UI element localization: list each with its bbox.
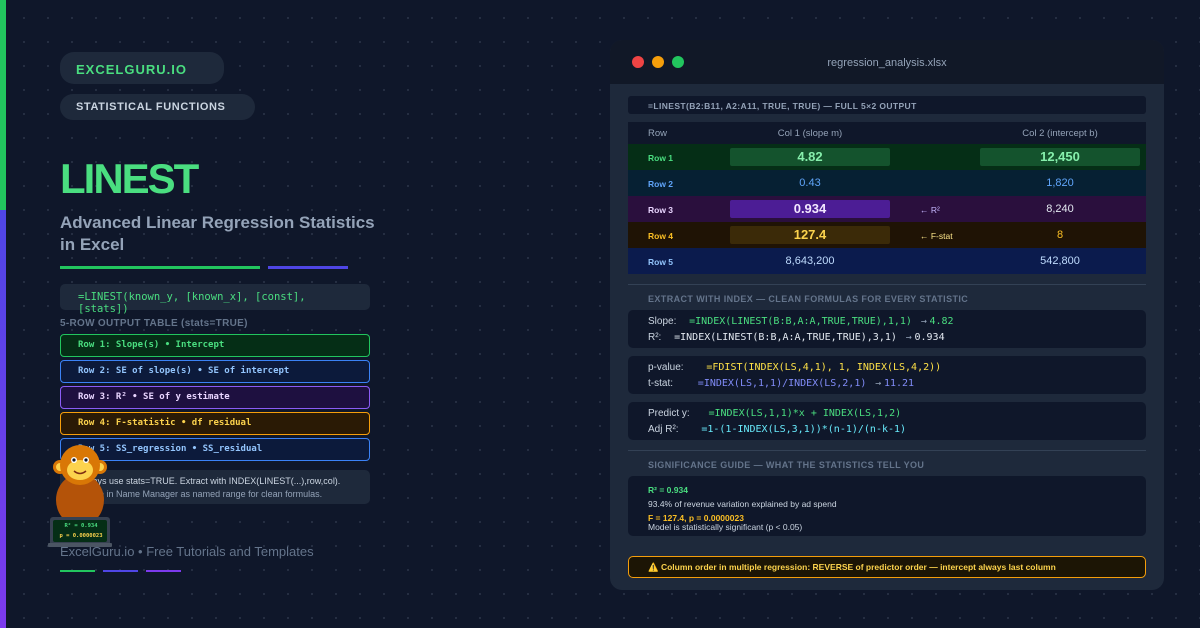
formula-line: p-value: =FDIST(INDEX(LS,4,1), 1, INDEX(… <box>648 362 941 373</box>
row-note: ← F-stat <box>920 231 953 241</box>
cell-col-2[interactable]: 8 <box>980 226 1140 244</box>
row-legend-4: Row 4: F-statistic • df residual <box>60 412 370 435</box>
left-accent-bar <box>0 0 6 628</box>
row-label: Row 3 <box>648 205 674 215</box>
page-title: LINEST <box>60 155 199 202</box>
formula-result: 4.82 <box>929 316 954 327</box>
row-label: Row 2 <box>648 179 674 189</box>
formula-line: R²: =INDEX(LINEST(B:B,A:A,TRUE,TRUE),3,1… <box>648 332 945 343</box>
table-row[interactable]: Row 4 127.4 ← F-stat 8 <box>628 222 1146 248</box>
mascot-screen-line-2: p = 0.0000023 <box>59 533 103 539</box>
extract-section-label: EXTRACT WITH INDEX — CLEAN FORMULAS FOR … <box>648 294 969 304</box>
warning-banner: ⚠️ Column order in multiple regression: … <box>628 556 1146 578</box>
formula-line: Adj R²: =1-(1-INDEX(LS,3,1))*(n-1)/(n-k-… <box>648 424 906 435</box>
formula-bar[interactable]: =LINEST(B2:B11, A2:A11, TRUE, TRUE) — FU… <box>628 96 1146 114</box>
row-legend-1: Row 1: Slope(s) • Intercept <box>60 334 370 357</box>
syntax-box: =LINEST(known_y, [known_x], [const], [st… <box>60 284 370 315</box>
formula-line: Slope: =INDEX(LINEST(B:B,A:A,TRUE,TRUE),… <box>648 316 954 327</box>
footer-line-green <box>60 570 95 572</box>
row-note: ← R² <box>920 205 940 215</box>
formula-label: Predict y: <box>648 408 690 419</box>
category-pill: STATISTICAL FUNCTIONS <box>60 94 255 120</box>
formula-code[interactable]: =1-(1-INDEX(LS,3,1))*(n-1)/(n-k-1) <box>701 424 906 435</box>
formula-group-significance: p-value: =FDIST(INDEX(LS,4,1), 1, INDEX(… <box>628 356 1146 394</box>
header-row: Row <box>648 128 668 139</box>
cell-col-1[interactable]: 8,643,200 <box>730 252 890 270</box>
significance-section-label: SIGNIFICANCE GUIDE — WHAT THE STATISTICS… <box>648 460 925 470</box>
tip-line-2: Define in Name Manager as named range fo… <box>78 489 323 499</box>
accent-bar-green <box>0 0 6 210</box>
table-row[interactable]: Row 5 8,643,200 542,800 <box>628 248 1146 274</box>
formula-code[interactable]: =INDEX(LS,1,1)*x + INDEX(LS,1,2) <box>708 408 901 419</box>
brand-pill: EXCELGURU.IO <box>60 52 224 84</box>
cell-col-2[interactable]: 1,820 <box>980 174 1140 192</box>
title-underline-indigo <box>268 266 348 269</box>
window-titlebar: regression_analysis.xlsx <box>610 40 1164 84</box>
table-row[interactable]: Row 3 0.934 ← R² 8,240 <box>628 196 1146 222</box>
header-col-2: Col 2 (intercept b) <box>1022 128 1098 139</box>
output-table-label: 5-ROW OUTPUT TABLE (stats=TRUE) <box>60 318 248 329</box>
table-row[interactable]: Row 1 4.82 12,450 <box>628 144 1146 170</box>
cell-col-1[interactable]: 4.82 <box>730 148 890 166</box>
linest-output-table: Row Col 1 (slope m) Col 2 (intercept b) … <box>628 122 1146 274</box>
table-row[interactable]: Row 2 0.43 1,820 <box>628 170 1146 196</box>
formula-line: Predict y: =INDEX(LS,1,1)*x + INDEX(LS,1… <box>648 408 901 419</box>
formula-group-prediction: Predict y: =INDEX(LS,1,1)*x + INDEX(LS,1… <box>628 402 1146 440</box>
formula-label: t-stat: <box>648 378 674 389</box>
accent-bar-purple <box>0 210 6 628</box>
formula-code[interactable]: =FDIST(INDEX(LS,4,1), 1, INDEX(LS,4,2)) <box>706 362 941 373</box>
arrow-icon: → <box>875 378 882 389</box>
row-legend-2: Row 2: SE of slope(s) • SE of intercept <box>60 360 370 383</box>
cell-col-2[interactable]: 542,800 <box>980 252 1140 270</box>
arrow-icon: → <box>920 316 927 327</box>
formula-label: Adj R²: <box>648 424 679 435</box>
formula-label: Slope: <box>648 316 677 327</box>
title-underline-green <box>60 266 260 269</box>
page-subtitle: Advanced Linear Regression Statistics in… <box>60 213 375 254</box>
significance-box: R² = 0.934 93.4% of revenue variation ex… <box>628 476 1146 536</box>
file-name: regression_analysis.xlsx <box>827 57 947 69</box>
tip-line-1: Always use stats=TRUE. Extract with INDE… <box>78 476 341 486</box>
formula-code[interactable]: =INDEX(LS,1,1)/INDEX(LS,2,1) <box>698 378 867 389</box>
row-legend-3: Row 3: R² • SE of y estimate <box>60 386 370 409</box>
formula-line: t-stat: =INDEX(LS,1,1)/INDEX(LS,2,1) → 1… <box>648 378 914 389</box>
divider <box>628 450 1146 451</box>
table-header: Row Col 1 (slope m) Col 2 (intercept b) <box>628 122 1146 144</box>
row-label: Row 1 <box>648 153 674 163</box>
arrow-icon: → <box>905 332 912 343</box>
spreadsheet-panel: regression_analysis.xlsx =LINEST(B2:B11,… <box>610 40 1164 590</box>
formula-result: 11.21 <box>883 378 915 389</box>
mascot-screen-line-1: R² = 0.934 <box>64 523 98 529</box>
formula-label: R²: <box>648 332 662 343</box>
header-col-1: Col 1 (slope m) <box>777 128 843 139</box>
cell-col-1[interactable]: 127.4 <box>730 226 890 244</box>
cell-col-1[interactable]: 0.43 <box>730 174 890 192</box>
formula-code[interactable]: =INDEX(LINEST(B:B,A:A,TRUE,TRUE),1,1) <box>689 316 912 327</box>
cell-col-2[interactable]: 12,450 <box>980 148 1140 166</box>
footer-line-indigo <box>103 570 138 572</box>
formula-label: p-value: <box>648 362 684 373</box>
row-label: Row 4 <box>648 231 674 241</box>
divider <box>628 284 1146 285</box>
r2-heading: R² = 0.934 <box>648 485 688 495</box>
r2-description: 93.4% of revenue variation explained by … <box>648 499 837 509</box>
footer-line-purple <box>146 570 181 572</box>
formula-group-basic: Slope: =INDEX(LINEST(B:B,A:A,TRUE,TRUE),… <box>628 310 1146 348</box>
formula-code[interactable]: =INDEX(LINEST(B:B,A:A,TRUE,TRUE),3,1) <box>674 332 897 343</box>
f-description: Model is statistically significant (p < … <box>648 522 803 532</box>
cell-col-1[interactable]: 0.934 <box>730 200 890 218</box>
row-label: Row 5 <box>648 257 674 267</box>
cell-col-2[interactable]: 8,240 <box>980 200 1140 218</box>
formula-result: 0.934 <box>914 332 945 343</box>
